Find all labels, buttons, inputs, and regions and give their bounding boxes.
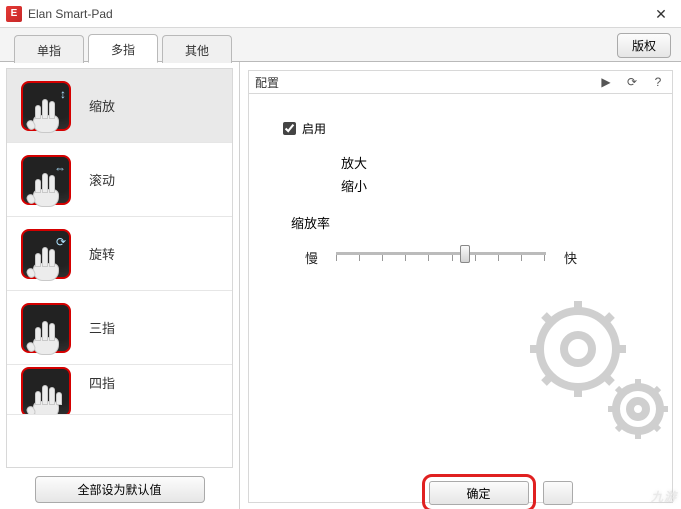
slider-thumb[interactable] [460,245,470,263]
tab-multi-finger[interactable]: 多指 [88,34,158,63]
scroll-icon: ⇔ [21,155,71,205]
reset-all-button[interactable]: 全部设为默认值 [35,476,205,503]
gesture-item-zoom[interactable]: ↕ 缩放 [7,69,232,143]
copyright-button[interactable]: 版权 [617,33,671,58]
gesture-label: 三指 [89,318,115,337]
pinch-zoom-icon: ↕ [21,81,71,131]
tab-other[interactable]: 其他 [162,35,232,63]
title-bar: E Elan Smart-Pad ✕ [0,0,681,28]
gesture-label: 缩放 [89,96,115,115]
gesture-item-four-finger[interactable]: 四指 [7,365,232,415]
rotate-icon: ⟳ [21,229,71,279]
window-title: Elan Smart-Pad [28,7,113,21]
gesture-item-scroll[interactable]: ⇔ 滚动 [7,143,232,217]
gesture-label: 四指 [89,373,115,392]
fast-label: 快 [564,248,577,267]
gesture-sidebar: ↕ 缩放 ⇔ 滚动 ⟳ 旋转 [0,62,240,509]
gesture-label: 旋转 [89,244,115,263]
tab-strip: 单指 多指 其他 版权 [0,28,681,62]
dialog-footer: 确定 [320,481,681,505]
gesture-label: 滚动 [89,170,115,189]
apply-button[interactable] [543,481,573,505]
gesture-list: ↕ 缩放 ⇔ 滚动 ⟳ 旋转 [6,68,233,468]
enable-checkbox-row[interactable]: 启用 [283,120,648,137]
zoom-rate-label: 缩放率 [291,213,648,232]
enable-label: 启用 [302,120,326,137]
slow-label: 慢 [305,248,318,267]
refresh-icon[interactable]: ⟳ [624,74,640,90]
app-icon: E [6,6,22,22]
config-header: 配置 ▶ ⟳ ? [248,70,673,94]
zoom-rate-slider[interactable] [336,242,546,272]
help-icon[interactable]: ? [650,74,666,90]
gear-icon [508,284,678,444]
zoom-in-item[interactable]: 放大 [341,153,648,172]
ok-button[interactable]: 确定 [429,481,529,505]
config-body: 启用 放大 缩小 缩放率 慢 [248,94,673,503]
tab-single-finger[interactable]: 单指 [14,35,84,63]
gesture-item-rotate[interactable]: ⟳ 旋转 [7,217,232,291]
gesture-item-three-finger[interactable]: 三指 [7,291,232,365]
body-area: ↕ 缩放 ⇔ 滚动 ⟳ 旋转 [0,62,681,509]
zoom-rate-slider-row: 慢 快 [305,242,648,272]
close-button[interactable]: ✕ [641,0,681,28]
play-icon[interactable]: ▶ [598,74,614,90]
config-title: 配置 [255,74,279,91]
four-finger-icon [21,367,71,415]
zoom-out-item[interactable]: 缩小 [341,176,648,195]
enable-checkbox[interactable] [283,122,296,135]
config-panel: 配置 ▶ ⟳ ? 启用 放大 缩小 缩放率 慢 [240,62,681,509]
three-finger-icon [21,303,71,353]
